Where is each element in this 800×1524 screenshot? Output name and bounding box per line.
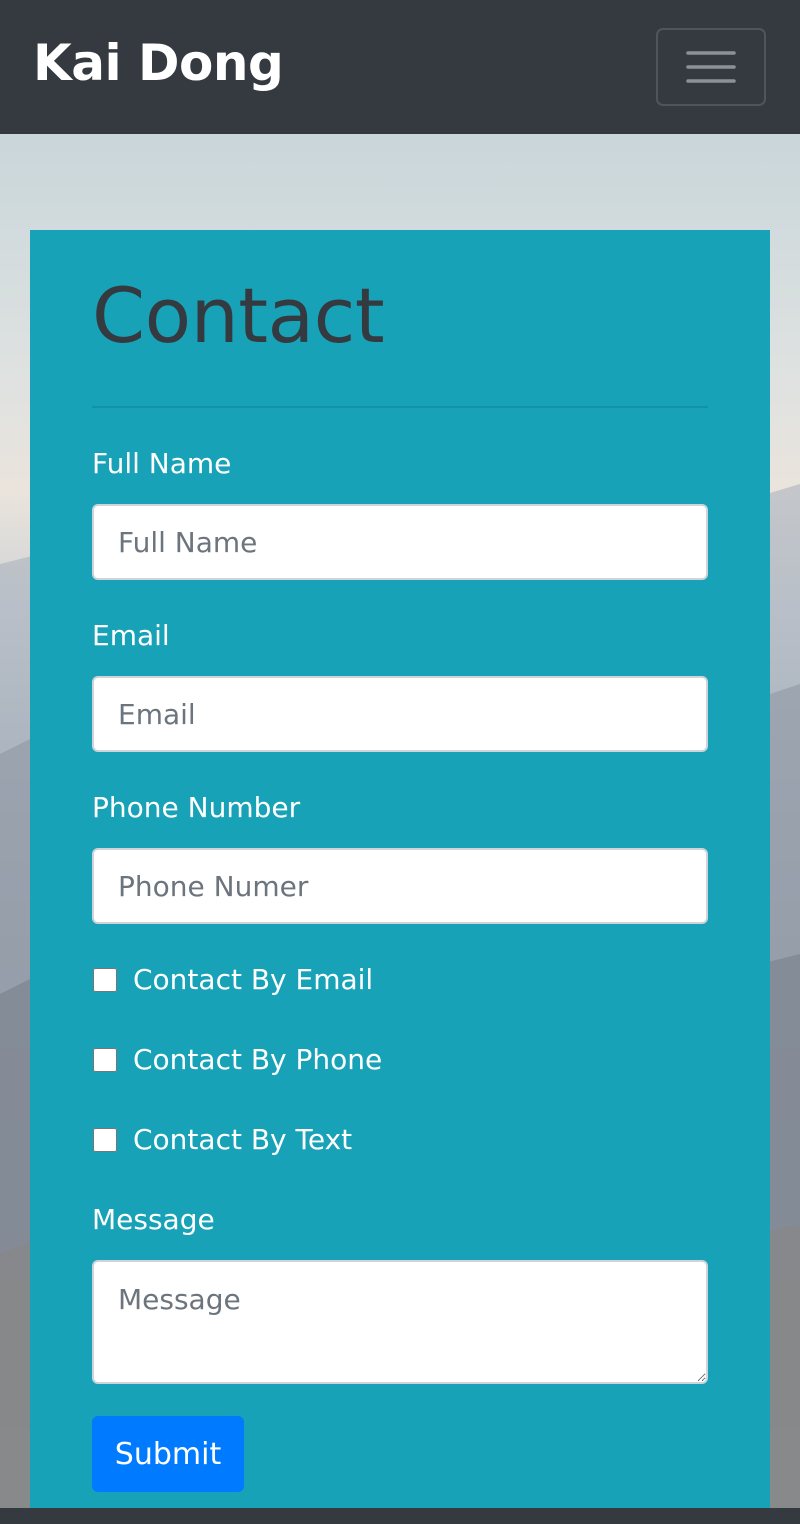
message-textarea[interactable]	[92, 1260, 708, 1384]
navbar: Kai Dong	[0, 0, 800, 134]
contact-by-email-option[interactable]: Contact By Email	[92, 962, 373, 998]
full-name-label: Full Name	[92, 447, 232, 480]
contact-card: Contact Full Name Email Phone Number Con…	[30, 230, 770, 1508]
phone-number-label: Phone Number	[92, 791, 301, 824]
contact-title: Contact	[92, 271, 385, 360]
email-input[interactable]	[92, 676, 708, 752]
email-label: Email	[92, 619, 170, 652]
hamburger-menu-icon	[686, 51, 736, 83]
phone-number-input[interactable]	[92, 848, 708, 924]
contact-by-email-checkbox[interactable]	[93, 968, 117, 992]
contact-by-email-label: Contact By Email	[133, 963, 374, 996]
message-label: Message	[92, 1203, 215, 1236]
contact-by-phone-checkbox[interactable]	[93, 1048, 117, 1072]
title-divider	[92, 406, 708, 408]
contact-by-phone-label: Contact By Phone	[133, 1043, 383, 1076]
navbar-toggle-button[interactable]	[656, 28, 766, 106]
submit-button[interactable]: Submit	[92, 1416, 244, 1492]
contact-by-text-checkbox[interactable]	[93, 1128, 117, 1152]
contact-by-text-option[interactable]: Contact By Text	[92, 1122, 352, 1158]
brand-link[interactable]: Kai Dong	[33, 28, 284, 98]
contact-by-text-label: Contact By Text	[133, 1123, 353, 1156]
page-bottom-bar	[0, 1508, 800, 1524]
full-name-input[interactable]	[92, 504, 708, 580]
contact-by-phone-option[interactable]: Contact By Phone	[92, 1042, 382, 1078]
